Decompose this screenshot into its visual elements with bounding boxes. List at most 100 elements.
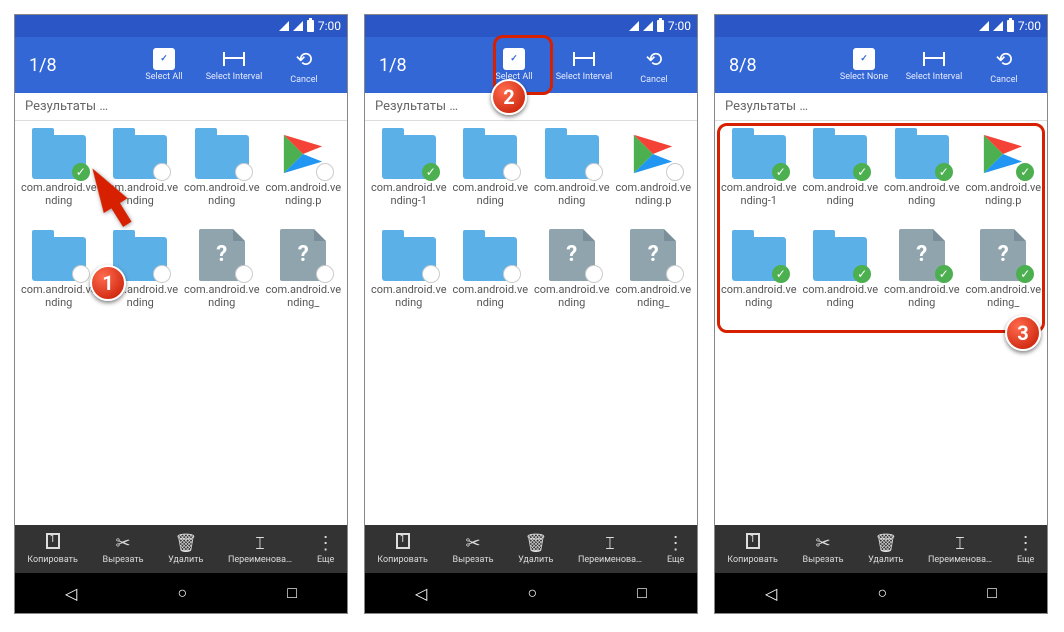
unselected-badge[interactable] — [666, 163, 684, 181]
unselected-badge[interactable] — [153, 265, 171, 283]
file-item[interactable]: com.android.vending.p — [264, 127, 344, 227]
unselected-badge[interactable] — [503, 265, 521, 283]
scissors-icon: ✂ — [115, 533, 130, 553]
cut-button[interactable]: ✂Вырезать — [102, 533, 143, 565]
unselected-badge[interactable] — [235, 265, 253, 283]
wifi-icon — [629, 21, 639, 31]
signal-icon — [643, 21, 653, 31]
android-nav-bar: ◁ ○ □ — [715, 573, 1047, 613]
delete-button[interactable]: 🗑Удалить — [168, 533, 203, 565]
file-grid: ✓com.android.vendingcom.android.vendingc… — [15, 121, 347, 525]
file-item[interactable]: com.android.vending — [19, 229, 99, 329]
file-item[interactable]: ?com.android.vending — [182, 229, 262, 329]
wifi-icon — [279, 21, 289, 31]
more-button[interactable]: ⋮Еще — [1017, 533, 1035, 565]
unselected-badge[interactable] — [316, 265, 334, 283]
file-item[interactable]: com.android.vending — [451, 229, 531, 329]
recents-button[interactable]: □ — [287, 583, 297, 603]
recents-button[interactable]: □ — [637, 583, 647, 603]
select-interval-button[interactable]: Select Interval — [199, 37, 269, 93]
signal-icon — [993, 21, 1003, 31]
trash-icon: 🗑 — [874, 533, 897, 553]
unselected-badge[interactable] — [153, 163, 171, 181]
unselected-badge[interactable] — [72, 265, 90, 283]
file-item[interactable]: com.android.vending — [451, 127, 531, 227]
file-item[interactable]: com.android.vending.p — [614, 127, 694, 227]
file-label: com.android.vending_ — [265, 283, 341, 309]
more-button[interactable]: ⋮Еще — [317, 533, 335, 565]
copy-icon — [746, 533, 760, 549]
unselected-badge[interactable] — [585, 265, 603, 283]
unselected-badge[interactable] — [422, 265, 440, 283]
selection-count: 1/8 — [379, 55, 407, 76]
unselected-badge[interactable] — [585, 163, 603, 181]
interval-icon — [223, 52, 245, 66]
selected-badge[interactable]: ✓ — [422, 163, 440, 181]
file-label: com.android.vending — [452, 283, 528, 309]
delete-button[interactable]: 🗑Удалить — [868, 533, 903, 565]
unselected-badge[interactable] — [666, 265, 684, 283]
file-item[interactable]: com.android.vending — [532, 127, 612, 227]
undo-icon: ⟲ — [646, 47, 663, 71]
file-label: com.android.vending — [21, 283, 97, 309]
battery-icon — [657, 20, 664, 32]
selection-count: 1/8 — [29, 55, 57, 76]
breadcrumb[interactable]: Результаты … — [15, 93, 347, 121]
wifi-icon — [979, 21, 989, 31]
status-bar: 7:00 — [715, 15, 1047, 37]
copy-button[interactable]: Копировать — [27, 533, 78, 565]
file-label: com.android.vending.p — [615, 181, 691, 207]
breadcrumb[interactable]: Результаты … — [365, 93, 697, 121]
file-item[interactable]: ?com.android.vending_ — [614, 229, 694, 329]
more-button[interactable]: ⋮Еще — [667, 533, 685, 565]
unselected-badge[interactable] — [316, 163, 334, 181]
copy-button[interactable]: Копировать — [377, 533, 428, 565]
select-none-button[interactable]: ✓ Select None — [829, 37, 899, 93]
back-button[interactable]: ◁ — [65, 584, 77, 603]
file-item[interactable]: ✓com.android.vending-1 — [369, 127, 449, 227]
cut-button[interactable]: ✂Вырезать — [802, 533, 843, 565]
scissors-icon: ✂ — [465, 533, 480, 553]
callout-3: 3 — [1005, 315, 1041, 351]
cancel-button[interactable]: ⟲ Cancel — [969, 37, 1039, 93]
cancel-button[interactable]: ⟲ Cancel — [269, 37, 339, 93]
battery-icon — [307, 20, 314, 32]
file-grid: ✓com.android.vending-1com.android.vendin… — [365, 121, 697, 525]
clock: 7:00 — [318, 19, 341, 33]
file-item[interactable]: com.android.vending — [369, 229, 449, 329]
select-interval-button[interactable]: Select Interval — [549, 37, 619, 93]
screen-2: 7:00 1/8 ✓ Select All Select Interval ⟲ … — [364, 14, 698, 614]
copy-button[interactable]: Копировать — [727, 533, 778, 565]
rename-button[interactable]: 𝙸Переименова… — [228, 533, 292, 565]
file-item[interactable]: ?com.android.vending — [532, 229, 612, 329]
interval-icon — [923, 52, 945, 66]
android-nav-bar: ◁ ○ □ — [365, 573, 697, 613]
cut-button[interactable]: ✂Вырезать — [452, 533, 493, 565]
action-toolbar: Копировать ✂Вырезать 🗑Удалить 𝙸Переимено… — [15, 525, 347, 573]
home-button[interactable]: ○ — [527, 583, 537, 603]
clock: 7:00 — [1018, 19, 1041, 33]
undo-icon: ⟲ — [996, 47, 1013, 71]
undo-icon: ⟲ — [296, 47, 313, 71]
cancel-button[interactable]: ⟲ Cancel — [619, 37, 689, 93]
trash-icon: 🗑 — [524, 533, 547, 553]
delete-button[interactable]: 🗑Удалить — [518, 533, 553, 565]
home-button[interactable]: ○ — [177, 583, 187, 603]
rename-button[interactable]: 𝙸Переименова… — [928, 533, 992, 565]
back-button[interactable]: ◁ — [765, 584, 777, 603]
select-all-button[interactable]: ✓ Select All — [129, 37, 199, 93]
unselected-badge[interactable] — [235, 163, 253, 181]
back-button[interactable]: ◁ — [415, 584, 427, 603]
recents-button[interactable]: □ — [987, 583, 997, 603]
home-button[interactable]: ○ — [877, 583, 887, 603]
rename-button[interactable]: 𝙸Переименова… — [578, 533, 642, 565]
select-interval-button[interactable]: Select Interval — [899, 37, 969, 93]
breadcrumb[interactable]: Результаты … — [715, 93, 1047, 121]
file-label: com.android.vending-1 — [371, 181, 447, 207]
file-item[interactable]: ?com.android.vending_ — [264, 229, 344, 329]
file-item[interactable]: com.android.vending — [182, 127, 262, 227]
unselected-badge[interactable] — [503, 163, 521, 181]
status-bar: 7:00 — [15, 15, 347, 37]
file-label: com.android.vending — [184, 283, 260, 309]
cursor-icon: 𝙸 — [254, 533, 267, 553]
